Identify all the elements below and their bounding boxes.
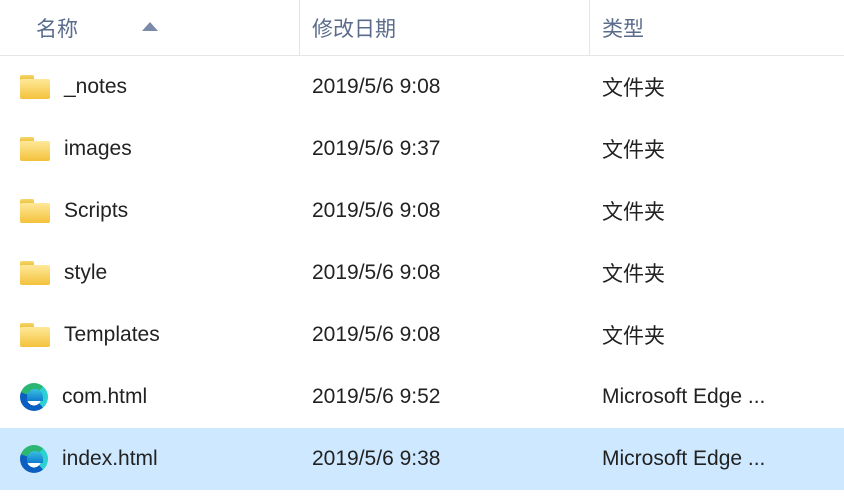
file-name-cell: Templates [0,323,300,347]
file-date-cell: 2019/5/6 9:08 [300,75,590,99]
file-name-cell: style [0,261,300,285]
sort-ascending-icon [142,22,158,31]
file-date-cell: 2019/5/6 9:08 [300,199,590,223]
file-row[interactable]: com.html 2019/5/6 9:52Microsoft Edge ... [0,366,844,428]
file-type-cell: Microsoft Edge ... [590,447,844,471]
file-name-cell: com.html [0,383,300,411]
folder-icon [20,137,50,161]
file-type-cell: 文件夹 [590,72,844,102]
file-name-label: _notes [64,75,127,99]
file-date-cell: 2019/5/6 9:38 [300,447,590,471]
file-name-label: com.html [62,385,147,409]
file-name-cell: _notes [0,75,300,99]
column-header-row: 名称 修改日期 类型 [0,0,844,56]
column-header-date[interactable]: 修改日期 [300,0,590,55]
file-date-cell: 2019/5/6 9:52 [300,385,590,409]
file-row[interactable]: index.html 2019/5/6 9:38Microsoft Edge ..… [0,428,844,490]
file-row[interactable]: images 2019/5/6 9:37文件夹 [0,118,844,180]
file-type-cell: 文件夹 [590,258,844,288]
file-row[interactable]: _notes 2019/5/6 9:08文件夹 [0,56,844,118]
file-name-cell: Scripts [0,199,300,223]
file-row[interactable]: Templates 2019/5/6 9:08文件夹 [0,304,844,366]
column-header-type[interactable]: 类型 [590,0,844,55]
file-type-cell: 文件夹 [590,134,844,164]
folder-icon [20,323,50,347]
file-name-label: images [64,137,132,161]
edge-browser-icon [20,445,48,473]
file-list: _notes2019/5/6 9:08文件夹images2019/5/6 9:3… [0,56,844,490]
folder-icon [20,199,50,223]
file-date-cell: 2019/5/6 9:08 [300,323,590,347]
file-type-cell: 文件夹 [590,320,844,350]
file-name-label: index.html [62,447,158,471]
file-name-label: style [64,261,107,285]
file-type-cell: 文件夹 [590,196,844,226]
edge-browser-icon [20,383,48,411]
file-type-cell: Microsoft Edge ... [590,385,844,409]
file-row[interactable]: Scripts 2019/5/6 9:08文件夹 [0,180,844,242]
file-row[interactable]: style 2019/5/6 9:08文件夹 [0,242,844,304]
folder-icon [20,75,50,99]
file-name-cell: images [0,137,300,161]
column-header-name[interactable]: 名称 [0,0,300,55]
file-date-cell: 2019/5/6 9:37 [300,137,590,161]
column-header-date-label: 修改日期 [312,13,396,43]
file-name-label: Templates [64,323,160,347]
file-name-label: Scripts [64,199,128,223]
folder-icon [20,261,50,285]
file-date-cell: 2019/5/6 9:08 [300,261,590,285]
file-name-cell: index.html [0,445,300,473]
column-header-type-label: 类型 [602,13,644,43]
column-header-name-label: 名称 [36,13,78,43]
